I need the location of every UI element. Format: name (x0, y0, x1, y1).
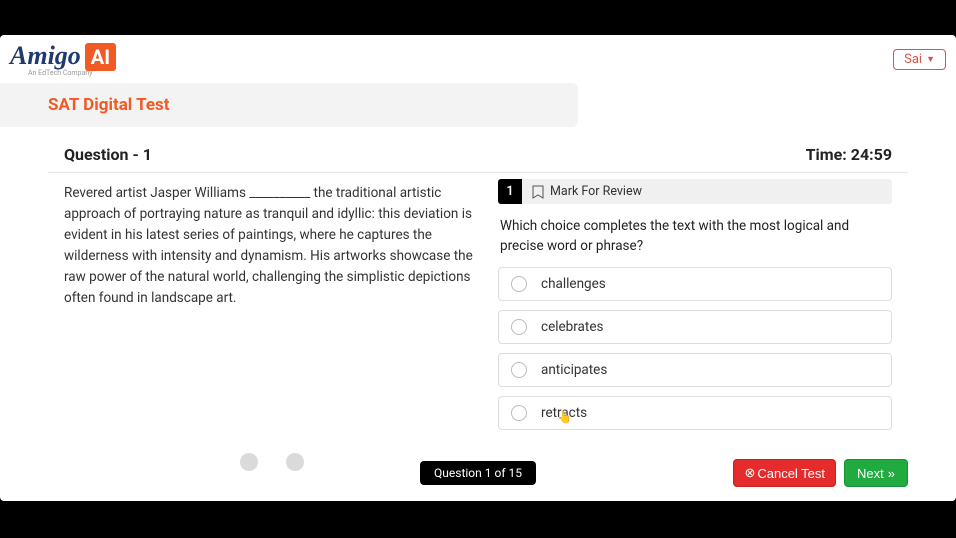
option-label: celebrates (541, 319, 603, 335)
option-label: challenges (541, 276, 606, 292)
answer-option-a[interactable]: challenges (498, 267, 892, 301)
footer-actions: ⊗Cancel Test Next » (733, 459, 908, 487)
question-toolbar: 1 Mark For Review (498, 179, 892, 204)
card-body: Revered artist Jasper Williams _________… (48, 173, 908, 446)
test-title: SAT Digital Test (48, 95, 170, 115)
radio-icon (511, 405, 527, 421)
answer-option-b[interactable]: celebrates (498, 310, 892, 344)
footer: Question 1 of 15 ⊗Cancel Test Next » (0, 461, 956, 485)
question-column: 1 Mark For Review Which choice completes… (498, 179, 892, 430)
test-title-banner: SAT Digital Test (0, 83, 578, 127)
dot-icon (240, 453, 258, 471)
user-name: Sai (904, 52, 922, 67)
answer-option-d[interactable]: retracts (498, 396, 892, 430)
option-label: retracts (541, 405, 587, 421)
answer-options: challenges celebrates anticipates retrac… (498, 267, 892, 430)
logo-ai: AI (85, 43, 116, 71)
question-card: Question - 1 Time: 24:59 Revered artist … (48, 135, 908, 446)
pagination-dots (240, 453, 304, 471)
card-header: Question - 1 Time: 24:59 (48, 135, 908, 173)
dot-icon (286, 453, 304, 471)
question-number-label: Question - 1 (64, 145, 152, 164)
next-button[interactable]: Next » (844, 459, 908, 487)
user-dropdown[interactable]: Sai ▼ (893, 49, 946, 70)
chevron-right-icon: » (888, 466, 895, 481)
logo: Amigo AI An EdTech Company (10, 41, 116, 77)
answer-option-c[interactable]: anticipates (498, 353, 892, 387)
mark-label: Mark For Review (550, 184, 642, 199)
logo-brand: Amigo (10, 41, 81, 71)
chevron-down-icon: ▼ (926, 54, 935, 65)
question-prompt: Which choice completes the text with the… (498, 204, 892, 267)
question-number-badge: 1 (498, 179, 522, 204)
cancel-test-button[interactable]: ⊗Cancel Test (733, 459, 836, 487)
radio-icon (511, 362, 527, 378)
passage-text: Revered artist Jasper Williams _________… (64, 179, 474, 430)
radio-icon (511, 319, 527, 335)
mark-for-review-button[interactable]: Mark For Review (522, 179, 652, 204)
bookmark-icon (532, 185, 544, 199)
cancel-icon: ⊗ (744, 465, 755, 481)
topbar: Amigo AI An EdTech Company Sai ▼ (0, 35, 956, 83)
app-window: Amigo AI An EdTech Company Sai ▼ SAT Dig… (0, 35, 956, 501)
radio-icon (511, 276, 527, 292)
question-progress-pill[interactable]: Question 1 of 15 (420, 461, 536, 485)
option-label: anticipates (541, 362, 607, 378)
time-remaining: Time: 24:59 (806, 145, 892, 164)
